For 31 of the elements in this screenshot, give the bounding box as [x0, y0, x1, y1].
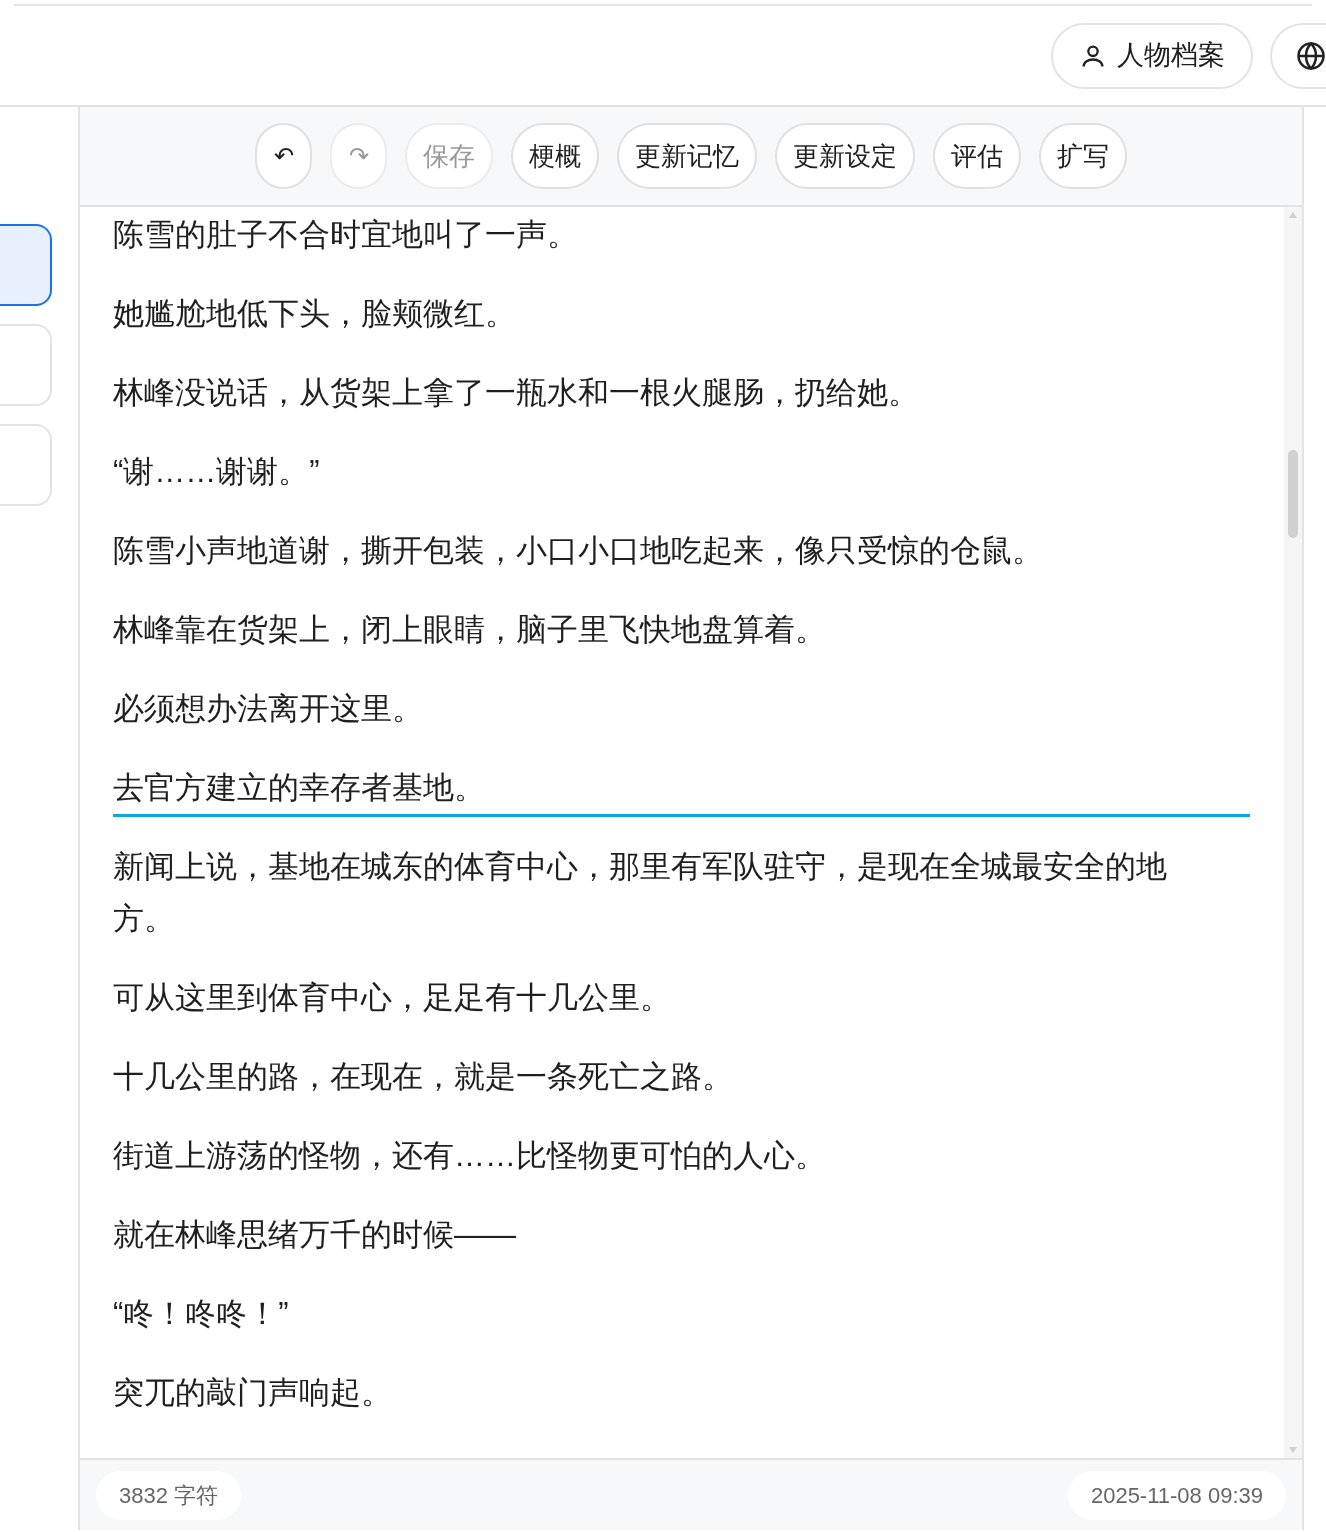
paragraph[interactable]: 她尴尬地低下头，脸颊微红。 — [113, 288, 1250, 340]
paragraph[interactable]: 十几公里的路，在现在，就是一条死亡之路。 — [113, 1051, 1250, 1103]
globe-icon — [1296, 40, 1326, 71]
paragraph[interactable]: 林峰没说话，从货架上拿了一瓶水和一根火腿肠，扔给她。 — [113, 367, 1250, 419]
toolbar-button[interactable]: 评估 — [933, 123, 1021, 189]
paragraph[interactable]: “咚！咚咚！” — [113, 1288, 1250, 1340]
paragraph[interactable]: 陈雪小声地道谢，撕开包装，小口小口地吃起来，像只受惊的仓鼠。 — [113, 525, 1250, 577]
paragraph[interactable]: 必须想办法离开这里。 — [113, 683, 1250, 735]
toolbar-button[interactable]: 梗概 — [511, 123, 599, 189]
timestamp: 2025-11-08 09:39 — [1067, 1470, 1286, 1520]
undo-button[interactable]: ↶ — [255, 123, 312, 189]
sidebar-card[interactable] — [0, 224, 52, 306]
paragraph[interactable]: 林峰靠在货架上，闭上眼睛，脑子里飞快地盘算着。 — [113, 604, 1250, 656]
character-profiles-button[interactable]: 人物档案 — [1051, 22, 1253, 89]
toolbar-button[interactable]: 更新记忆 — [617, 123, 757, 189]
scrollbar[interactable] — [1284, 207, 1302, 1458]
paragraph[interactable]: 突兀的敲门声响起。 — [113, 1367, 1250, 1419]
paragraph[interactable]: 街道上游荡的怪物，还有……比怪物更可怕的人心。 — [113, 1130, 1250, 1182]
paragraph[interactable]: “谢……谢谢。” — [113, 446, 1250, 498]
toolbar-button[interactable]: 扩写 — [1039, 123, 1127, 189]
paragraph[interactable]: 就在林峰思绪万千的时候—— — [113, 1209, 1250, 1261]
paragraph[interactable]: 去官方建立的幸存者基地。 — [113, 762, 1250, 817]
paragraph[interactable]: 新闻上说，基地在城东的体育中心，那里有军队驻守，是现在全城最安全的地方。 — [113, 841, 1250, 945]
scrollbar-thumb[interactable] — [1288, 450, 1298, 538]
character-count: 3832 字符 — [96, 1470, 242, 1520]
toolbar-button[interactable]: 更新设定 — [775, 123, 915, 189]
scroll-down-icon[interactable] — [1288, 1446, 1298, 1454]
paragraph[interactable]: 陈雪的肚子不合时宜地叫了一声。 — [113, 209, 1250, 261]
language-button[interactable] — [1270, 22, 1326, 89]
scroll-up-icon[interactable] — [1288, 211, 1298, 219]
paragraph[interactable]: 可从这里到体育中心，足足有十几公里。 — [113, 972, 1250, 1024]
